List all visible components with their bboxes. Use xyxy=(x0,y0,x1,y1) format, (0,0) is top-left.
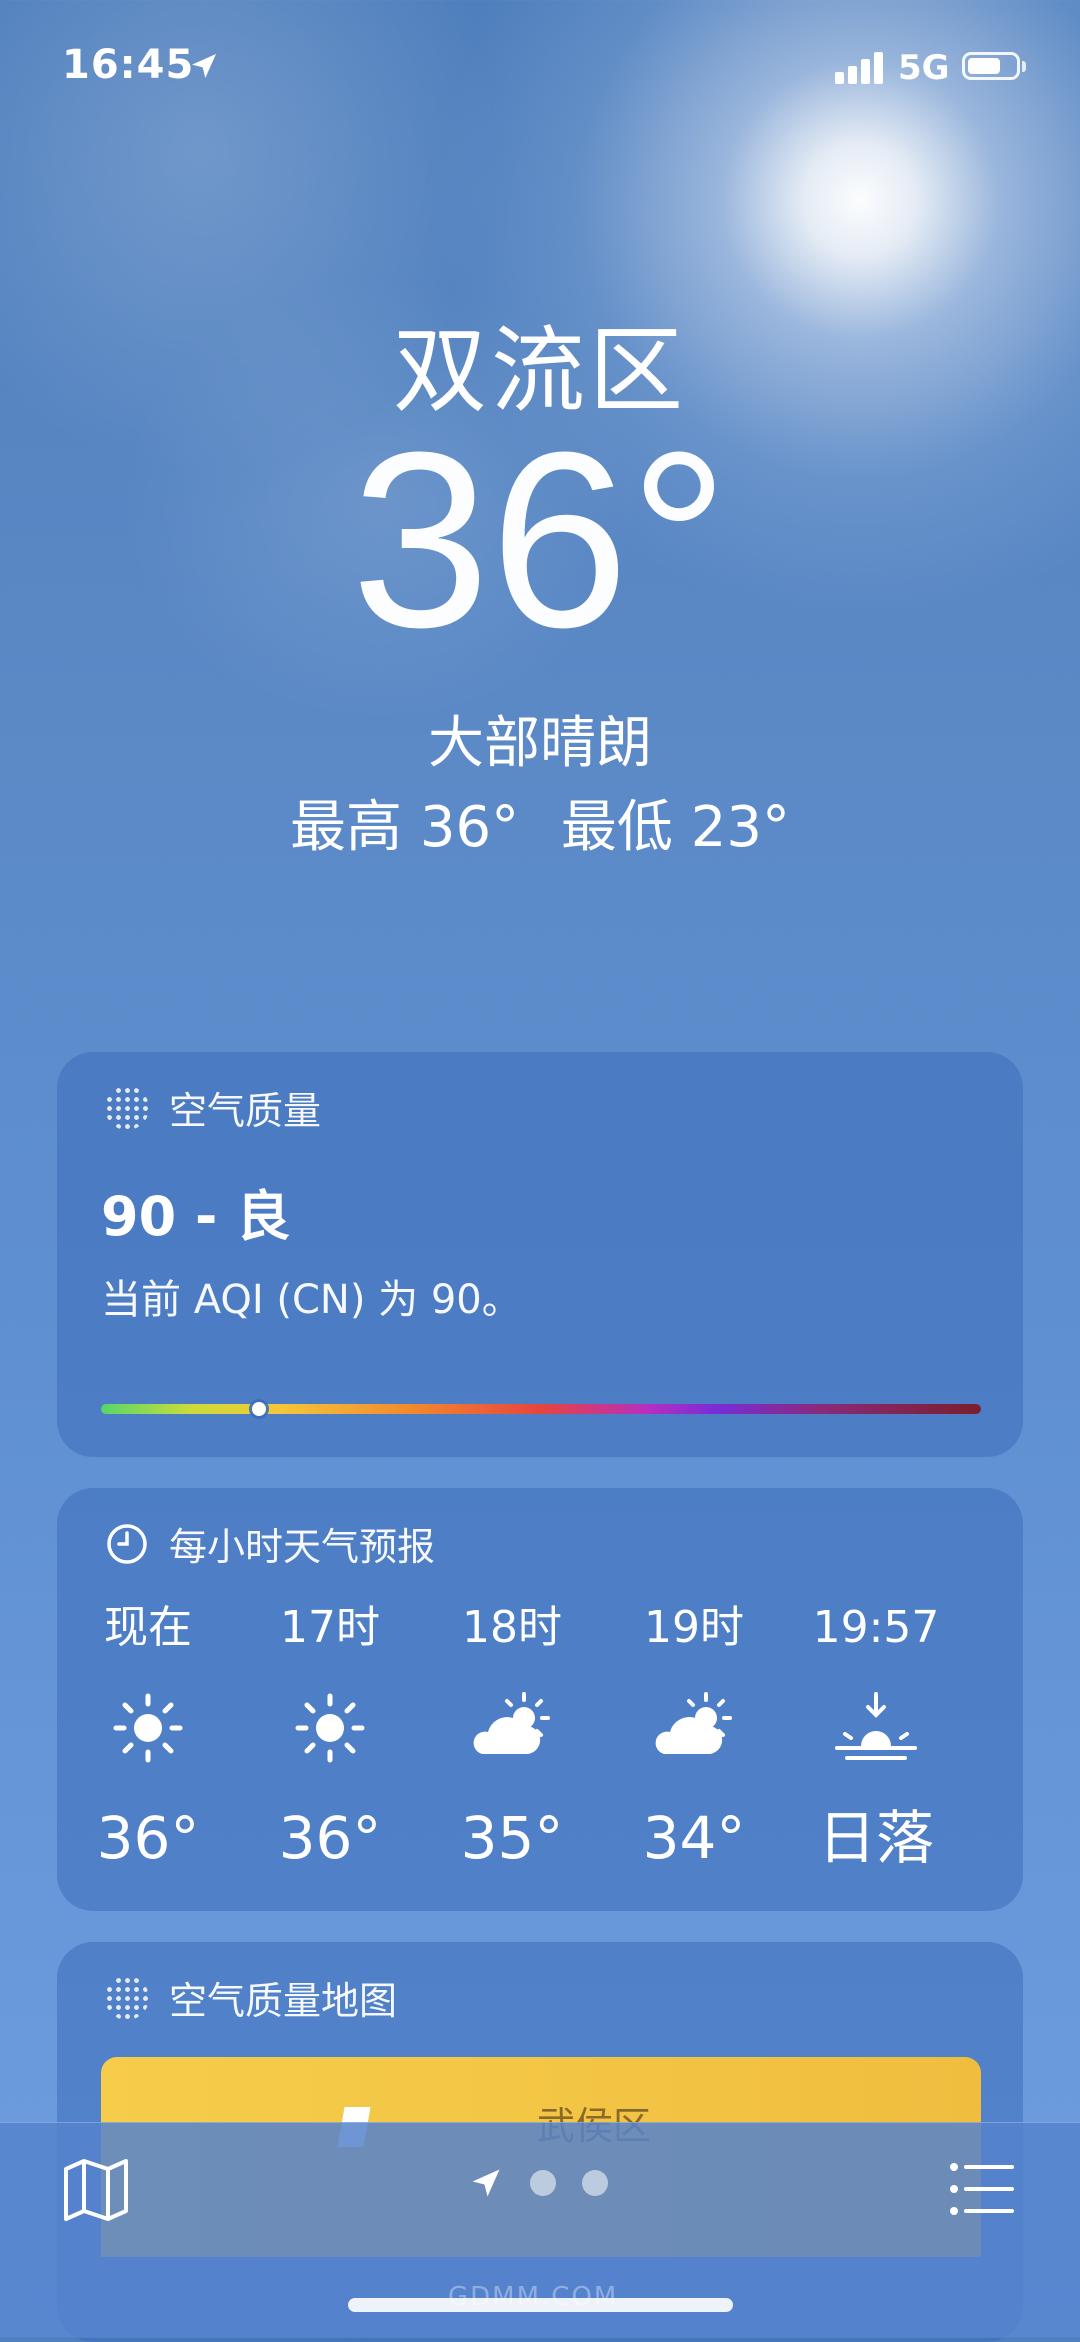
hourly-forecast-card[interactable]: 每小时天气预报 现在 36° 17时 36° 18时 35° 19时 34° 1… xyxy=(57,1488,1023,1911)
aqi-description: 当前 AQI (CN) 为 90。 xyxy=(101,1277,522,1323)
hourly-forecast-title: 每小时天气预报 xyxy=(169,1525,436,1569)
air-quality-title: 空气质量 xyxy=(169,1089,322,1133)
aqi-value: 90 - 良 xyxy=(101,1185,291,1248)
current-temperature: 36° xyxy=(350,400,730,679)
hour-time: 18时 xyxy=(462,1602,562,1653)
page-dot[interactable] xyxy=(582,2170,608,2196)
battery-icon xyxy=(962,52,1020,80)
hour-temp: 日落 xyxy=(817,1804,934,1872)
list-icon[interactable] xyxy=(946,2153,1018,2225)
hour-item: 17时 36° xyxy=(239,1598,421,1878)
hour-item: 19:57 日落 xyxy=(785,1598,967,1878)
air-quality-map-title: 空气质量地图 xyxy=(169,1979,398,2023)
page-dot[interactable] xyxy=(530,2170,556,2196)
hour-temp: 36° xyxy=(96,1804,200,1872)
sun-icon xyxy=(113,1693,183,1763)
hour-item: 现在 36° xyxy=(57,1598,239,1878)
hour-temp: 36° xyxy=(278,1804,382,1872)
weather-condition: 大部晴朗 xyxy=(428,711,652,776)
hour-time: 19:57 xyxy=(812,1602,940,1653)
hour-item: 18时 35° xyxy=(421,1598,603,1878)
signal-icon xyxy=(835,50,885,84)
air-quality-icon xyxy=(105,1975,149,2020)
air-quality-card[interactable]: 空气质量 90 - 良 当前 AQI (CN) 为 90。 xyxy=(57,1052,1023,1457)
status-bar: 16:45 5G xyxy=(0,0,1080,140)
hour-time: 现在 xyxy=(104,1602,192,1653)
clock-icon xyxy=(107,1523,147,1564)
hour-time: 19时 xyxy=(644,1602,744,1653)
page-indicator[interactable] xyxy=(468,2165,608,2201)
battery-cap xyxy=(1022,61,1026,72)
air-quality-map-header: 空气质量地图 xyxy=(105,1970,397,2025)
high-temp: 最高 36° xyxy=(290,795,520,860)
air-quality-icon xyxy=(105,1085,149,1130)
air-quality-header: 空气质量 xyxy=(105,1080,321,1135)
low-temp: 最低 23° xyxy=(560,795,790,860)
hourly-forecast-header: 每小时天气预报 xyxy=(105,1516,435,1571)
hour-temp: 35° xyxy=(460,1804,564,1872)
location-arrow-icon xyxy=(192,54,216,78)
aqi-scale-bar xyxy=(101,1404,981,1414)
status-time: 16:45 xyxy=(62,42,195,88)
hour-item: 19时 34° xyxy=(603,1598,785,1878)
network-type: 5G xyxy=(898,48,950,88)
location-arrow-icon xyxy=(472,2169,500,2197)
sunset-icon xyxy=(835,1692,917,1760)
sun-icon xyxy=(295,1693,365,1763)
hour-time: 17时 xyxy=(280,1602,380,1653)
hourly-forecast-list[interactable]: 现在 36° 17时 36° 18时 35° 19时 34° 19:57 日落 xyxy=(57,1598,1023,1898)
high-low-temps: 最高 36° 最低 23° xyxy=(0,782,1080,863)
partly-cloudy-icon xyxy=(473,1692,550,1754)
map-icon[interactable] xyxy=(60,2153,132,2225)
partly-cloudy-icon xyxy=(655,1692,732,1754)
hour-temp: 34° xyxy=(642,1804,746,1872)
home-indicator[interactable] xyxy=(348,2298,733,2312)
